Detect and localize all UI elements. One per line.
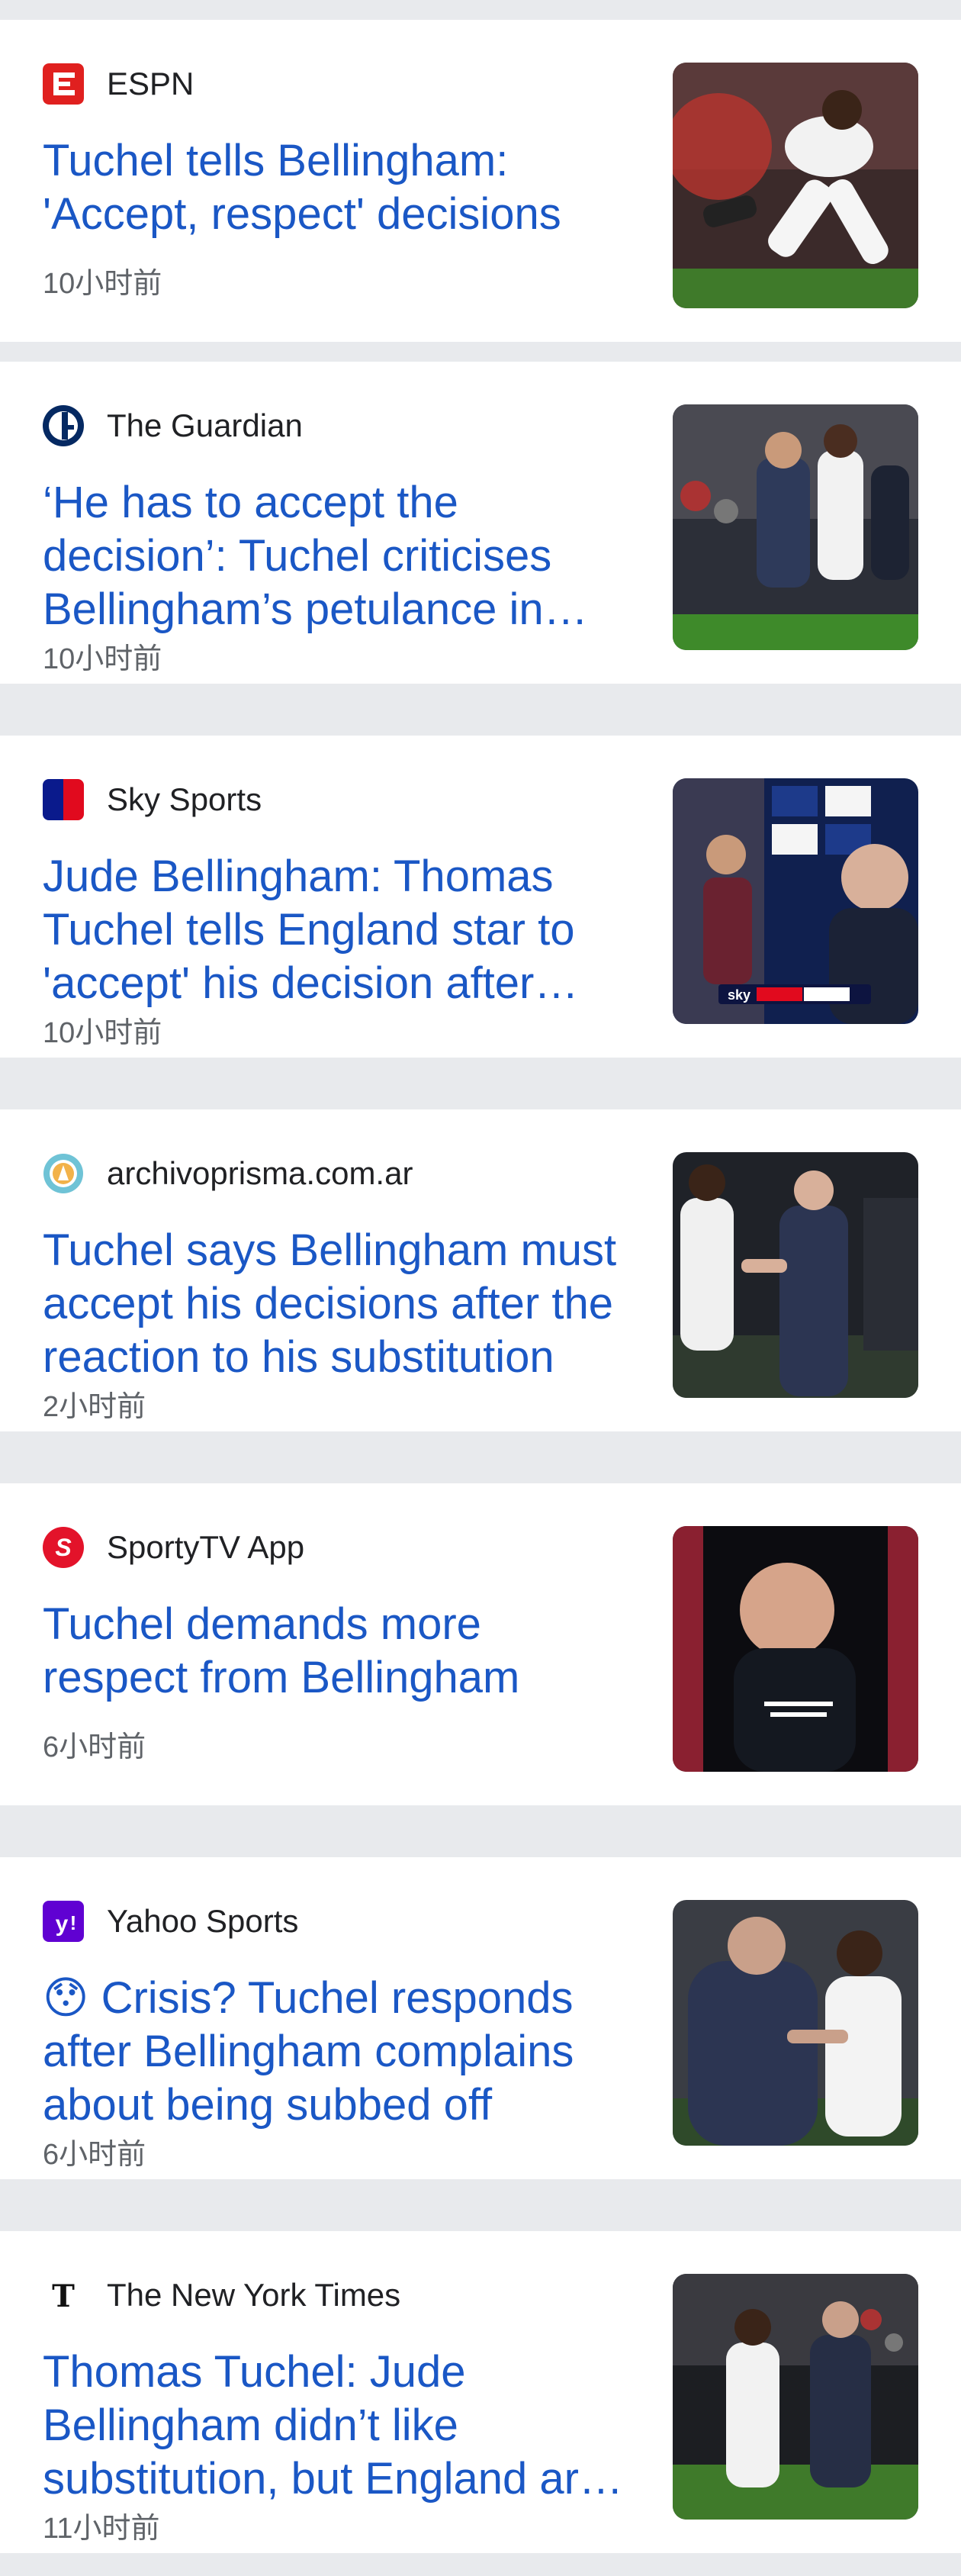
article-timestamp: 10小时前 — [43, 1017, 162, 1049]
tuchel-sideline-photo[interactable] — [673, 404, 918, 650]
article-timestamp: 10小时前 — [43, 268, 162, 300]
tuchel-video-still-photo[interactable] — [673, 1526, 918, 1772]
article-card-yahoo-sports[interactable]: y ! Yahoo Sports 😯 Crisis? Tuchel respon… — [0, 1857, 961, 2179]
tuchel-bellingham-touchline-photo[interactable] — [673, 1900, 918, 2146]
article-card-sportytv[interactable]: S SportyTV App Tuchel demands more respe… — [0, 1483, 961, 1805]
sportytv-logo-icon: S — [43, 1527, 84, 1568]
bellingham-handshake-photo[interactable] — [673, 1152, 918, 1398]
article-source: archivoprisma.com.ar — [43, 1152, 413, 1195]
article-source-name: Sky Sports — [107, 781, 262, 817]
article-title[interactable]: 😯 Crisis? Tuchel responds after Bellingh… — [43, 1972, 630, 2132]
article-source: ESPN — [43, 63, 194, 105]
article-title[interactable]: Thomas Tuchel: Jude Bellingham didn’t li… — [43, 2346, 630, 2506]
article-timestamp: 6小时前 — [43, 2139, 146, 2171]
espn-logo-icon — [43, 63, 84, 105]
bellingham-substitution-photo[interactable] — [673, 2274, 918, 2520]
article-title[interactable]: Tuchel demands more respect from Belling… — [43, 1598, 630, 1705]
article-source: The Guardian — [43, 404, 303, 447]
article-card-sky-sports[interactable]: Sky Sports Jude Bellingham: Thomas Tuche… — [0, 736, 961, 1058]
article-source-name: SportyTV App — [107, 1529, 305, 1565]
article-title[interactable]: Tuchel tells Bellingham: 'Accept, respec… — [43, 134, 630, 241]
article-timestamp: 6小时前 — [43, 1731, 146, 1763]
article-card-guardian[interactable]: The Guardian ‘He has to accept the decis… — [0, 362, 961, 684]
article-card-archivoprisma[interactable]: archivoprisma.com.ar Tuchel says Belling… — [0, 1109, 961, 1431]
article-timestamp: 2小时前 — [43, 1391, 146, 1423]
article-card-nyt[interactable]: T The New York Times Thomas Tuchel: Jude… — [0, 2231, 961, 2553]
yahoo-logo-icon: y ! — [43, 1901, 84, 1942]
article-source: y ! Yahoo Sports — [43, 1900, 298, 1943]
svg-text:S: S — [55, 1534, 72, 1561]
svg-text:y: y — [56, 1911, 69, 1937]
bellingham-tackle-photo[interactable] — [673, 63, 918, 308]
article-source-name: Yahoo Sports — [107, 1903, 299, 1939]
article-title[interactable]: ‘He has to accept the decision’: Tuchel … — [43, 476, 630, 636]
news-feed: ESPN Tuchel tells Bellingham: 'Accept, r… — [0, 0, 961, 2576]
article-source-name: ESPN — [107, 66, 194, 101]
article-source-name: The New York Times — [107, 2277, 401, 2313]
article-timestamp: 10小时前 — [43, 643, 162, 675]
article-source-name: archivoprisma.com.ar — [107, 1155, 413, 1191]
nyt-logo-icon: T — [43, 2275, 84, 2316]
article-source: S SportyTV App — [43, 1526, 304, 1569]
article-timestamp: 11小时前 — [43, 2513, 160, 2545]
svg-text:sky: sky — [728, 987, 750, 1003]
article-title[interactable]: Jude Bellingham: Thomas Tuchel tells Eng… — [43, 850, 630, 1010]
sky-sports-logo-icon — [43, 779, 84, 820]
article-source: Sky Sports — [43, 778, 262, 821]
tuchel-press-conference-photo[interactable]: sky — [673, 778, 918, 1024]
archivoprisma-logo-icon — [43, 1153, 84, 1194]
article-source-name: The Guardian — [107, 407, 303, 443]
article-title[interactable]: Tuchel says Bellingham must accept his d… — [43, 1224, 630, 1384]
guardian-logo-icon — [43, 405, 84, 446]
article-source: T The New York Times — [43, 2274, 400, 2317]
article-card-espn[interactable]: ESPN Tuchel tells Bellingham: 'Accept, r… — [0, 20, 961, 342]
svg-text:T: T — [52, 2278, 75, 2314]
svg-text:!: ! — [70, 1911, 77, 1934]
